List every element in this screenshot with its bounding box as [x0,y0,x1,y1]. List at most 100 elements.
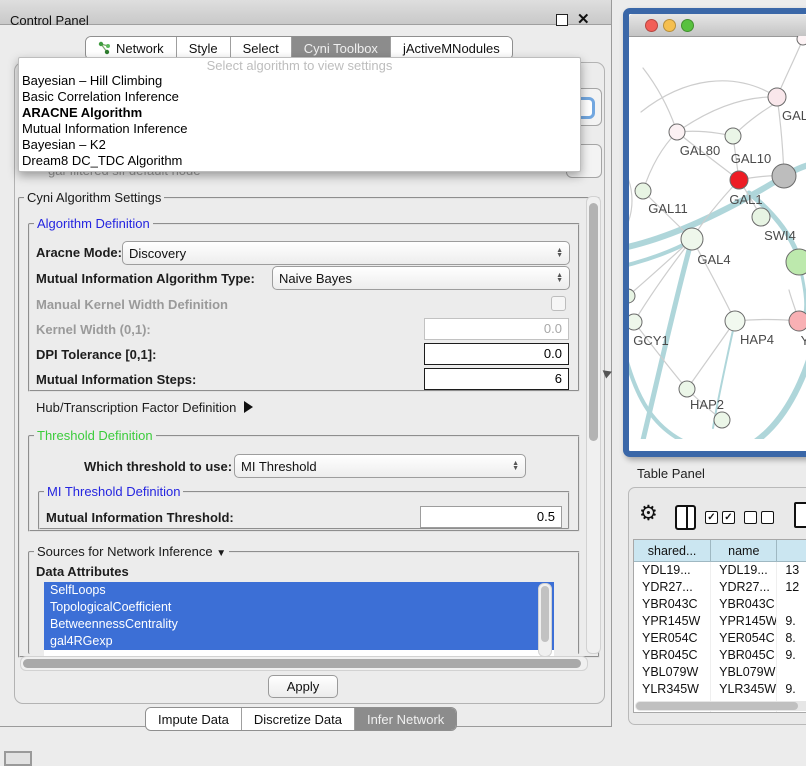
tab-impute-data[interactable]: Impute Data [146,708,242,730]
network-edge[interactable] [724,360,806,439]
dropdown-item[interactable]: Bayesian – Hill Climbing [19,73,580,89]
dropdown-item[interactable]: Basic Correlation Inference [19,89,580,105]
network-edge[interactable] [677,97,777,132]
columns-icon[interactable] [675,505,696,530]
node-table[interactable]: shared...name YDL19...YDL19...13YDR27...… [633,539,806,713]
attribute-item-selected[interactable]: gal4RGexp [44,633,554,650]
float-window-icon[interactable] [556,14,568,26]
column-header[interactable]: shared... [634,540,711,562]
minimize-traffic-icon[interactable] [663,19,676,32]
node-GAL80[interactable] [669,124,685,140]
apply-button[interactable]: Apply [268,675,338,698]
attribute-item-selected[interactable]: TopologicalCoefficient [44,599,554,616]
sources-title: Sources for Network Inference [37,544,213,559]
table-row[interactable]: YBR045CYBR045C9. [634,647,806,664]
cyni-settings-legend: Cyni Algorithm Settings [24,190,164,205]
dropdown-item[interactable]: Dream8 DC_TDC Algorithm [19,153,580,169]
dropdown-item[interactable]: ARACNE Algorithm [19,105,580,121]
tab-jactivemnodules[interactable]: jActiveMNodules [391,37,512,59]
table-horizontal-scrollbar[interactable] [635,701,806,711]
node-GAL10[interactable] [725,128,741,144]
node-bottom[interactable] [714,412,730,428]
attribute-item-selected[interactable]: SelfLoops [44,582,554,599]
table-row[interactable]: YPR145WYPR145W9. [634,613,806,630]
network-edge[interactable] [643,132,677,191]
dropdown-placeholder: Select algorithm to view settings [19,58,580,73]
close-icon[interactable]: ✕ [577,10,590,28]
sources-legend[interactable]: Sources for Network Inference ▼ [34,544,229,559]
unchecked-checkbox-icon[interactable] [761,511,774,524]
hub-definition-toggle[interactable]: Hub/Transcription Factor Definition [36,400,253,415]
mi-threshold-field[interactable]: 0.5 [420,506,562,528]
tab-select[interactable]: Select [231,37,292,59]
mi-type-combo[interactable]: Naive Bayes ▲▼ [272,266,570,290]
table-cell: YBR043C [634,596,711,613]
node-big-green[interactable] [786,249,806,275]
node-HAP2[interactable] [679,381,695,397]
dropdown-item[interactable]: Bayesian – K2 [19,137,580,153]
table-cell [777,664,806,681]
table-row[interactable]: YBR043CYBR043C [634,596,806,613]
kernel-width-field[interactable]: 0.0 [424,318,569,340]
tab-label: Infer Network [367,712,444,727]
table-row[interactable]: YBL079WYBL079W [634,664,806,681]
network-canvas[interactable]: GALGAL80GAL10GAL1GAL11SWI4GAL4GCY1HAP4YH… [629,36,806,439]
data-attributes-list[interactable]: SelfLoopsTopologicalCoefficientBetweenne… [44,582,554,656]
node-GAL1-red[interactable] [730,171,748,189]
tab-label: Discretize Data [254,712,342,727]
node-label-GAL10: GAL10 [731,151,771,166]
node-salmon[interactable] [789,311,806,331]
settings-vertical-scrollbar[interactable] [586,196,601,654]
manual-kernel-checkbox[interactable] [551,296,566,311]
kernel-width-label: Kernel Width (0,1): [36,322,151,337]
unchecked-checkbox-icon[interactable] [744,511,757,524]
tab-discretize-data[interactable]: Discretize Data [242,708,355,730]
which-threshold-combo[interactable]: MI Threshold ▲▼ [234,454,526,478]
dropdown-item[interactable]: Mutual Information Inference [19,121,580,137]
mi-type-value: Naive Bayes [279,271,556,286]
zoom-traffic-icon[interactable] [681,19,694,32]
attribute-item-selected[interactable]: BetweennessCentrality [44,616,554,633]
aracne-mode-combo[interactable]: Discovery ▲▼ [122,241,570,265]
column-header[interactable]: name [711,540,777,562]
mi-threshold-legend: MI Threshold Definition [44,484,183,499]
checked-checkbox-icon[interactable]: ✓ [722,511,735,524]
node-GCY1[interactable] [629,314,642,330]
table-row[interactable]: YDR27...YDR27...12 [634,579,806,596]
network-icon [98,41,111,55]
stepper-icon: ▲▼ [556,273,563,283]
node-gray[interactable] [772,164,796,188]
table-cell: 9. [777,613,806,630]
network-edge[interactable] [629,168,632,233]
gear-icon[interactable]: ⚙ [639,501,658,526]
network-edge[interactable] [643,68,677,132]
table-row[interactable]: YLR345WYLR345W9. [634,681,806,698]
node-pink-top[interactable] [768,88,786,106]
node-SWI4[interactable] [752,208,770,226]
mi-steps-field[interactable]: 6 [424,368,569,390]
tab-cyni-toolbox[interactable]: Cyni Toolbox [292,37,391,59]
tab-network[interactable]: Network [86,37,177,59]
control-panel-titlebar[interactable] [0,0,611,25]
table-cell: YDR27... [711,579,777,596]
bottom-tab-bar: Impute Data Discretize Data Infer Network [145,707,457,731]
close-traffic-icon[interactable] [645,19,658,32]
settings-horizontal-scrollbar[interactable] [20,656,588,671]
node-GAL4[interactable] [681,228,703,250]
column-header[interactable] [777,540,806,562]
network-edge[interactable] [777,39,803,97]
node-HAP4[interactable] [725,311,745,331]
table-row[interactable]: YDL19...YDL19...13 [634,562,806,579]
document-icon[interactable] [794,502,806,528]
node-partial-top[interactable] [797,36,806,45]
checked-checkbox-icon[interactable]: ✓ [705,511,718,524]
node-GAL11[interactable] [635,183,651,199]
table-cell: 12 [777,579,806,596]
tab-infer-network[interactable]: Infer Network [355,708,456,730]
tab-style[interactable]: Style [177,37,231,59]
attr-list-scrollbar[interactable] [538,583,552,657]
table-row[interactable]: YER054CYER054C8. [634,630,806,647]
table-cell: YER054C [634,630,711,647]
collapse-down-icon: ▼ [216,548,226,559]
dpi-tolerance-field[interactable]: 0.0 [424,343,569,365]
